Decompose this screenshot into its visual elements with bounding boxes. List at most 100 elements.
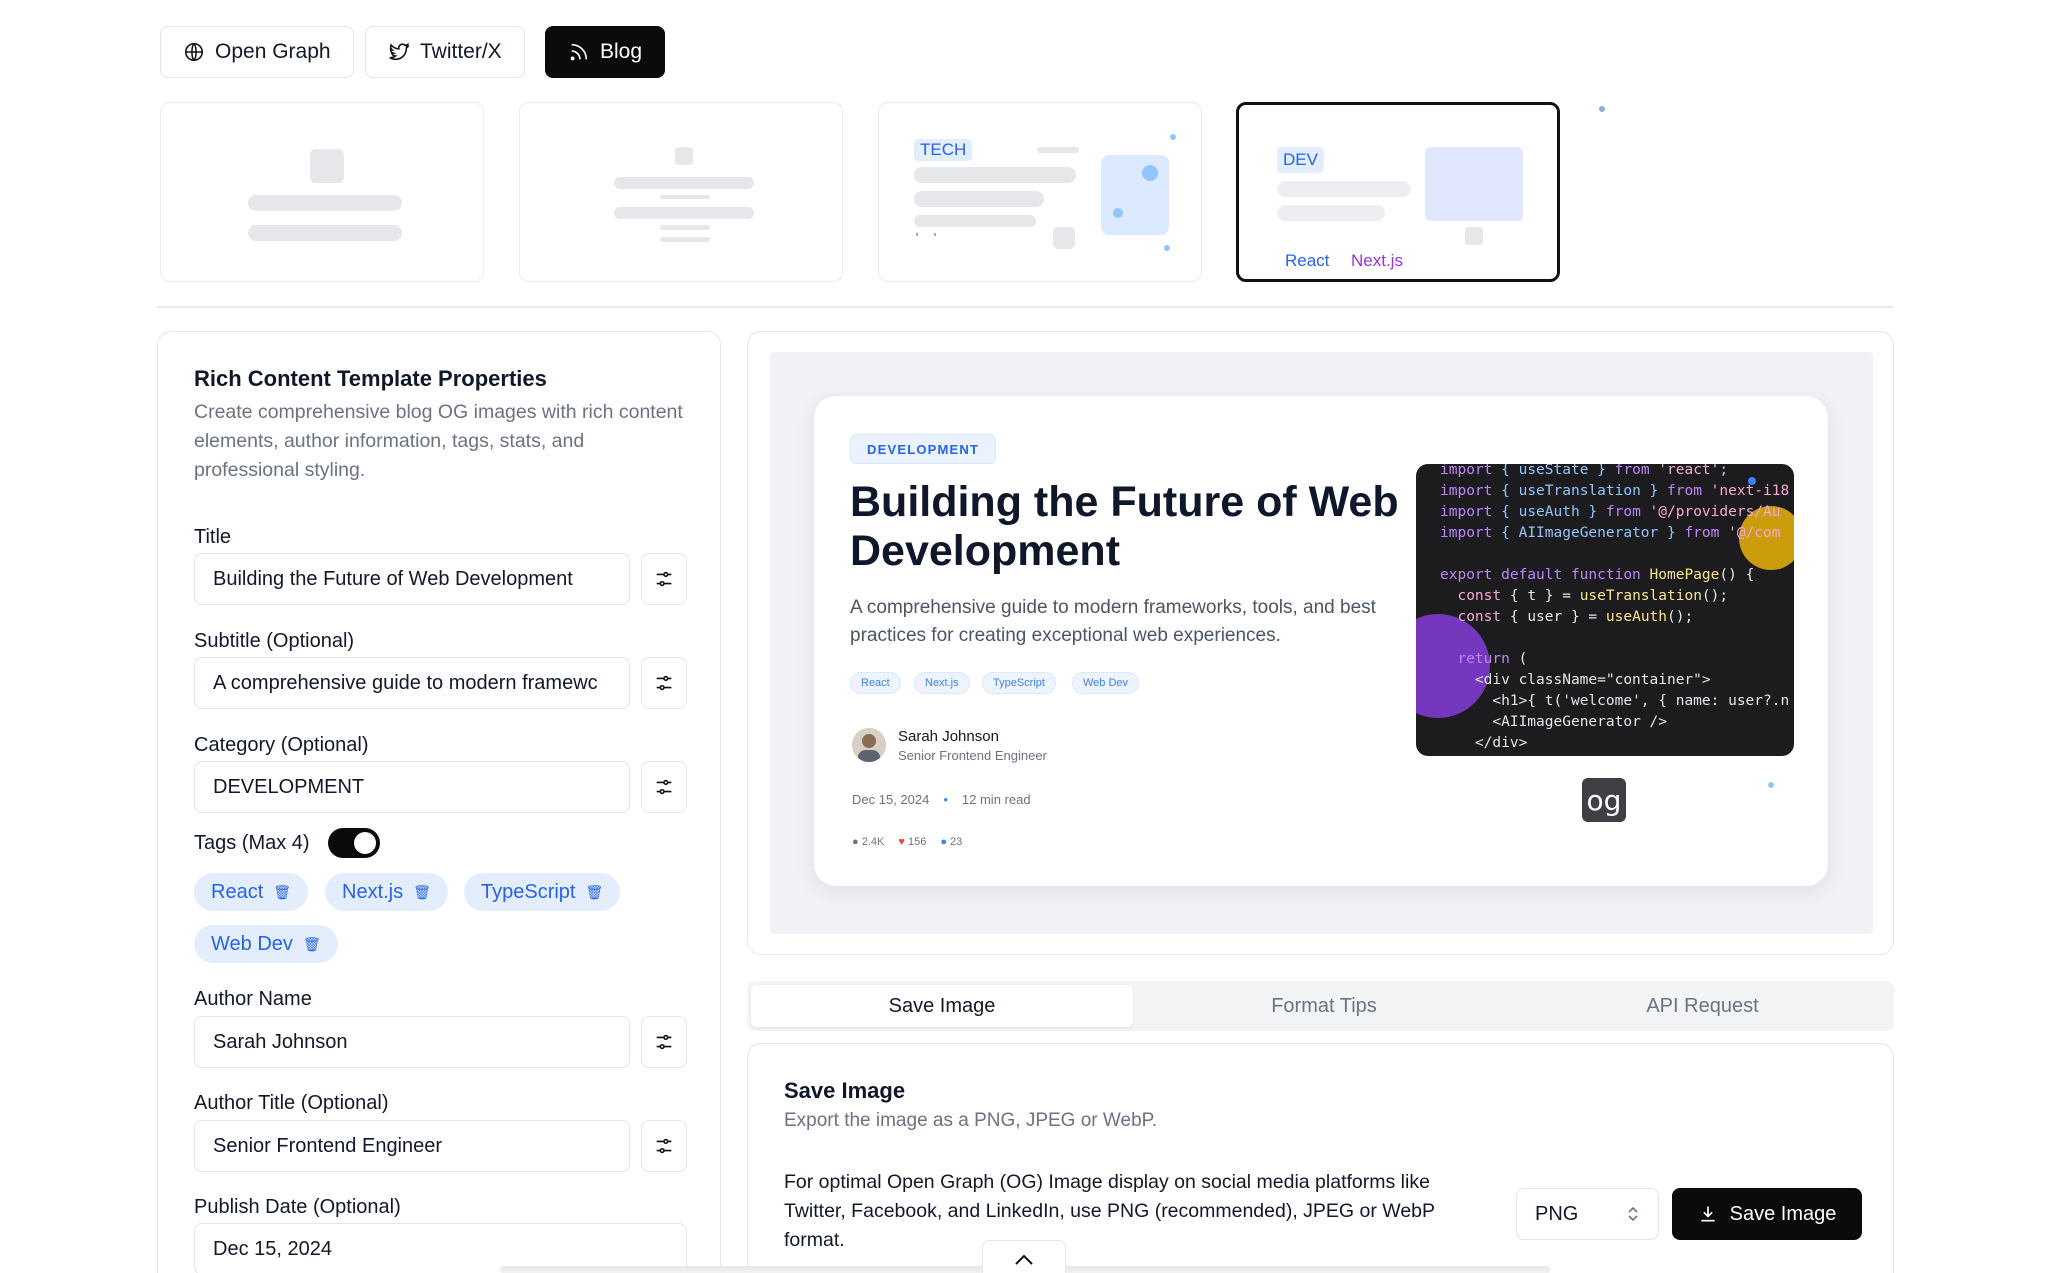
sliders-icon (656, 779, 672, 795)
og-author-name: Sarah Johnson (898, 728, 999, 745)
author-label: Author Name (194, 988, 312, 1010)
decor-dot (1599, 106, 1605, 112)
template-thumb-dev[interactable]: DEV React Next.js (1236, 102, 1560, 282)
tab-blog[interactable]: Blog (545, 26, 666, 78)
tech-label: TECH (914, 139, 973, 161)
twitter-icon (389, 42, 409, 61)
tab-api-request[interactable]: API Request (1515, 985, 1890, 1027)
og-tag: TypeScript (982, 672, 1056, 694)
panel-description: Create comprehensive blog OG images with… (194, 401, 683, 481)
og-title: Building the Future of Web Development (850, 478, 1399, 575)
save-title: Save Image (784, 1078, 906, 1103)
save-image-button-label: Save Image (1729, 1202, 1837, 1225)
author-input[interactable]: Sarah Johnson (194, 1016, 630, 1068)
tag-chip-typescript: TypeScript 🗑 (464, 873, 621, 911)
template-thumb-centered[interactable] (160, 102, 484, 282)
og-comments-count: 23 (950, 836, 963, 848)
tab-format-tips[interactable]: Format Tips (1133, 985, 1515, 1027)
tab-blog-label: Blog (600, 40, 643, 63)
tab-twitter-label: Twitter/X (420, 40, 502, 63)
og-stats: ● 2.4K ♥ 156 ● 23 (852, 836, 962, 848)
sliders-icon (656, 675, 672, 691)
tab-open-graph[interactable]: Open Graph (160, 26, 354, 78)
template-thumb-minimal[interactable] (519, 102, 843, 282)
trash-icon[interactable]: 🗑 (585, 884, 603, 901)
tag-chip-label: React (211, 880, 264, 903)
og-likes: ♥ 156 (898, 836, 926, 848)
og-author-title: Senior Frontend Engineer (898, 748, 1047, 763)
tags-toggle[interactable] (328, 828, 380, 858)
og-tag: Web Dev (1072, 672, 1140, 694)
subtitle-input[interactable]: A comprehensive guide to modern framewc (194, 657, 630, 709)
tab-save-image[interactable]: Save Image (751, 985, 1133, 1027)
code-text: import { useState } from 'react'; import… (1440, 464, 1790, 751)
heart-icon: ♥ (898, 836, 905, 848)
template-thumb-tech[interactable]: TECH (878, 102, 1202, 282)
trash-icon[interactable]: 🗑 (303, 936, 321, 953)
tag-chip-label: TypeScript (481, 880, 576, 903)
og-subtitle: A comprehensive guide to modern framewor… (850, 597, 1376, 646)
avatar (852, 728, 886, 762)
preview-panel: DEVELOPMENT Building the Future of Web D… (747, 331, 1894, 955)
og-card: DEVELOPMENT Building the Future of Web D… (814, 396, 1828, 886)
author-title-label: Author Title (Optional) (194, 1092, 389, 1114)
eye-icon: ● (852, 836, 859, 848)
og-meta-separator: • (943, 792, 948, 807)
tab-twitter[interactable]: Twitter/X (365, 26, 525, 78)
tags-label: Tags (Max 4) (194, 832, 310, 854)
author-title-settings-button[interactable] (641, 1120, 687, 1172)
preview-canvas: DEVELOPMENT Building the Future of Web D… (770, 352, 1873, 934)
subtitle-label: Subtitle (Optional) (194, 630, 355, 652)
panel-title: Rich Content Template Properties (194, 366, 547, 391)
category-settings-button[interactable] (641, 761, 687, 813)
export-tabs: Save Image Format Tips API Request (747, 981, 1894, 1031)
section-divider (157, 306, 1893, 308)
tag-chip-label: Next.js (342, 880, 404, 903)
og-meta: Dec 15, 2024 • 12 min read (852, 792, 1031, 807)
decor-dot (1768, 782, 1774, 788)
format-select-value: PNG (1535, 1202, 1579, 1225)
save-image-panel: Save Image Export the image as a PNG, JP… (747, 1043, 1894, 1273)
save-image-button[interactable]: Save Image (1672, 1188, 1862, 1240)
og-date: Dec 15, 2024 (852, 792, 930, 807)
og-views-count: 2.4K (861, 836, 885, 848)
properties-panel: Rich Content Template Properties Create … (157, 331, 721, 1273)
og-read-time: 12 min read (961, 792, 1031, 807)
dev-tag-react: React (1285, 251, 1330, 270)
collapse-toggle-button[interactable] (982, 1240, 1066, 1273)
chevron-up-icon (1015, 1254, 1033, 1265)
tag-chip-react: React 🗑 (194, 873, 309, 911)
author-settings-button[interactable] (641, 1016, 687, 1068)
chevron-up-down-icon (1628, 1206, 1638, 1222)
sliders-icon (656, 1138, 672, 1154)
subtitle-settings-button[interactable] (641, 657, 687, 709)
save-info-text: For optimal Open Graph (OG) Image displa… (784, 1171, 1435, 1251)
comment-icon: ● (940, 836, 947, 848)
category-input[interactable]: DEVELOPMENT (194, 761, 630, 813)
og-category-badge: DEVELOPMENT (850, 434, 997, 464)
sliders-icon (656, 1034, 672, 1050)
dev-label: DEV (1277, 147, 1324, 173)
download-icon (1700, 1206, 1715, 1222)
trash-icon[interactable]: 🗑 (413, 884, 431, 901)
tag-chip-label: Web Dev (211, 932, 293, 955)
globe-icon (184, 42, 204, 62)
title-input[interactable]: Building the Future of Web Development (194, 553, 630, 605)
rss-icon (570, 43, 588, 61)
og-comments: ● 23 (940, 836, 962, 848)
trash-icon[interactable]: 🗑 (273, 884, 291, 901)
og-tag: React (850, 672, 901, 694)
tag-chip-nextjs: Next.js 🗑 (325, 873, 448, 911)
dev-tag-next: Next.js (1351, 251, 1403, 270)
category-label: Category (Optional) (194, 734, 369, 756)
og-views: ● 2.4K (852, 836, 884, 848)
tab-open-graph-label: Open Graph (215, 40, 331, 63)
title-settings-button[interactable] (641, 553, 687, 605)
og-logo: og (1582, 778, 1626, 822)
code-snippet-image: import { useState } from 'react'; import… (1416, 464, 1794, 756)
og-likes-count: 156 (907, 836, 927, 848)
format-select[interactable]: PNG (1516, 1188, 1659, 1240)
tag-chip-webdev: Web Dev 🗑 (194, 925, 338, 963)
author-title-input[interactable]: Senior Frontend Engineer (194, 1120, 630, 1172)
sliders-icon (656, 571, 672, 587)
